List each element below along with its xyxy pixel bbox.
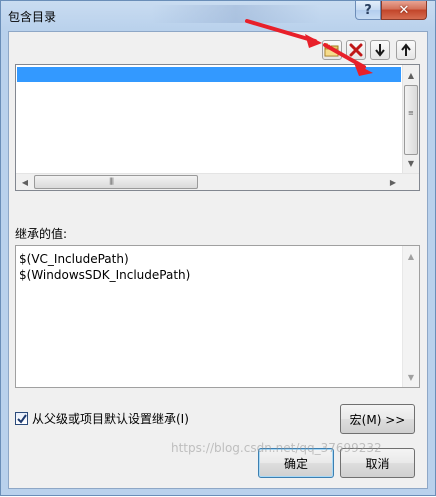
help-button[interactable]: ? [355,1,381,20]
inherited-value-item: $(VC_IncludePath) [19,252,129,266]
arrow-down-icon [375,44,385,57]
delete-button[interactable] [346,40,366,60]
list-item-selected[interactable] [17,67,401,82]
inherit-checkbox-row[interactable]: 从父级或项目默认设置继承(I) [15,410,189,427]
title-bar[interactable]: 包含目录 ? ✕ [1,1,435,31]
checkmark-icon [16,413,27,424]
inherit-checkbox-label: 从父级或项目默认设置继承(I) [32,412,189,426]
list-horizontal-scrollbar[interactable]: ◀ ||| ▶ [16,173,419,190]
watermark-text: https://blog.csdn.net/qq_37699232 [171,441,382,455]
move-down-button[interactable] [370,40,390,60]
help-icon: ? [364,2,372,18]
inherited-value-item: $(WindowsSDK_IncludePath) [19,268,191,282]
scroll-down-arrow-icon[interactable]: ▼ [403,369,419,385]
close-icon: ✕ [398,2,410,18]
delete-icon [349,43,363,57]
new-line-button[interactable] [322,40,342,60]
title-blur [151,5,321,23]
inherited-values-box: $(VC_IncludePath) $(WindowsSDK_IncludePa… [15,245,420,388]
inherit-checkbox[interactable] [15,412,28,425]
scroll-up-arrow-icon[interactable]: ▲ [403,248,419,264]
dialog-title: 包含目录 [8,10,57,24]
dialog-client-area: ▲ ≡ ▼ ◀ ||| ▶ 继承的值: $(VC_IncludePath) $(… [8,31,428,489]
horizontal-scroll-thumb[interactable]: ||| [34,175,198,189]
move-up-button[interactable] [396,40,416,60]
inherited-values-label: 继承的值: [15,227,68,241]
macros-button[interactable]: 宏(M) >> [340,404,415,434]
vertical-scroll-thumb[interactable]: ≡ [404,85,418,155]
dialog-window: 包含目录 ? ✕ ▲ ≡ ▼ ◀ ||| ▶ 继承的值: $(VC_Includ… [0,0,436,496]
close-button[interactable]: ✕ [381,1,427,20]
scroll-down-arrow-icon[interactable]: ▼ [403,155,419,171]
directory-list[interactable]: ▲ ≡ ▼ ◀ ||| ▶ [15,64,420,191]
scroll-right-arrow-icon[interactable]: ▶ [385,174,401,190]
inherited-vertical-scrollbar[interactable]: ▲ ▼ [402,246,419,387]
scroll-up-arrow-icon[interactable]: ▲ [403,67,419,83]
new-folder-icon [324,43,339,57]
list-vertical-scrollbar[interactable]: ▲ ≡ ▼ [402,65,419,173]
scroll-left-arrow-icon[interactable]: ◀ [17,174,33,190]
arrow-up-icon [401,43,411,56]
